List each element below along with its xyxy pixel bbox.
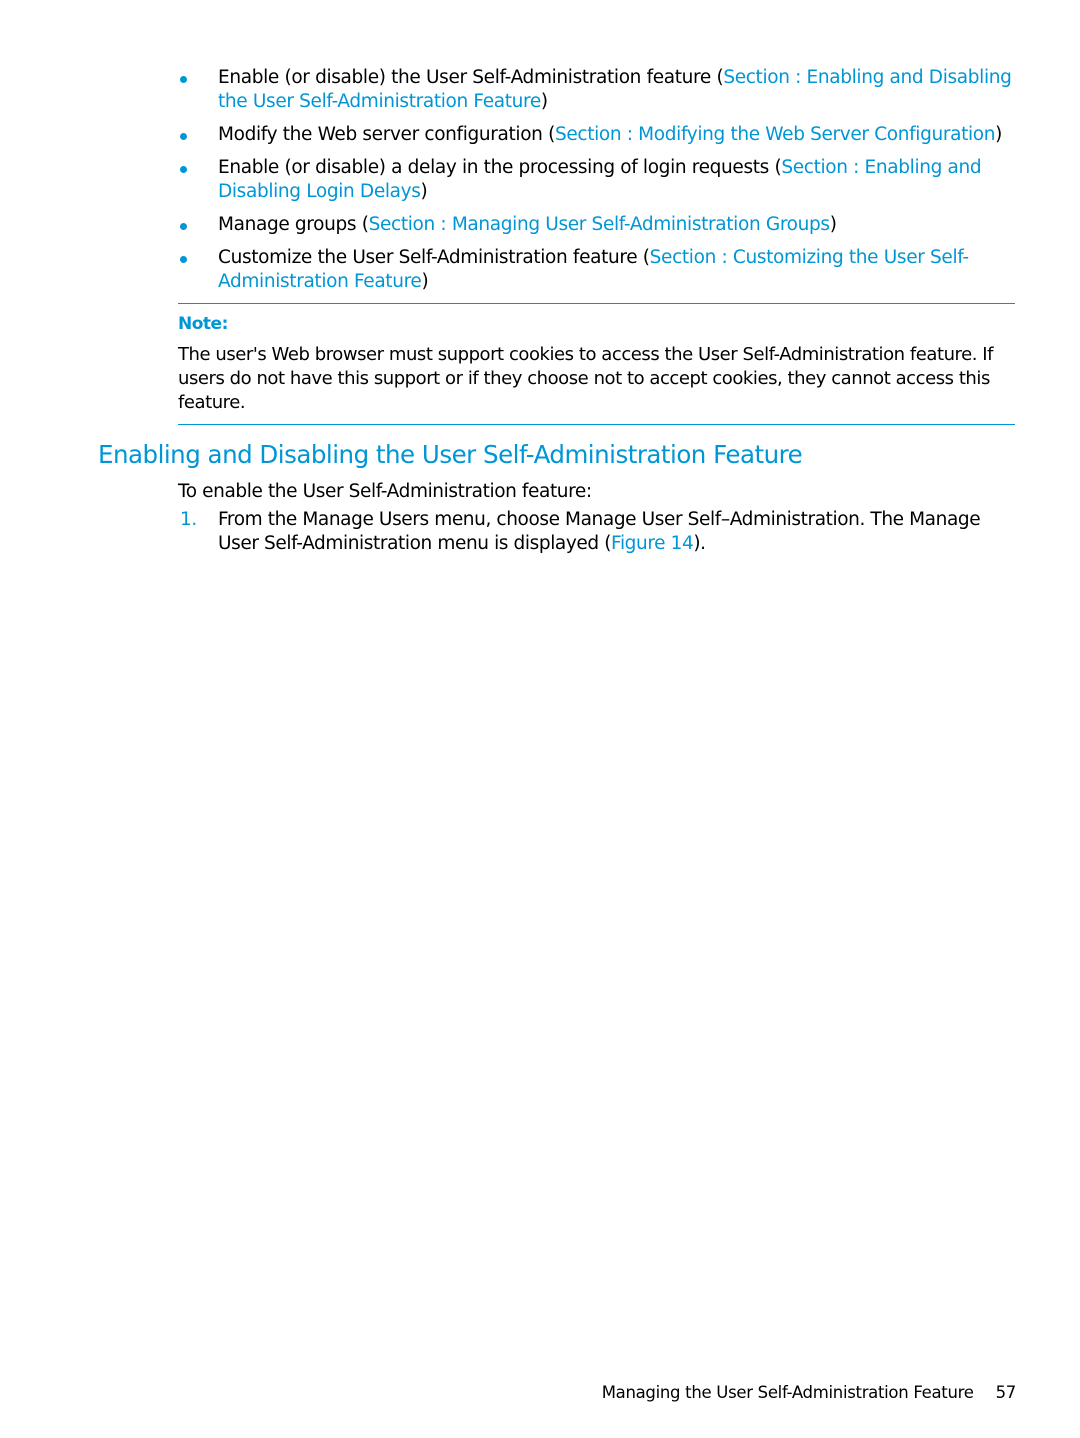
section-link[interactable]: Section : Modifying the Web Server Confi… [555, 124, 996, 145]
step-number: 1. [180, 509, 197, 530]
page-number: 57 [995, 1383, 1017, 1402]
section-heading: Enabling and Disabling the User Self-Adm… [98, 440, 803, 469]
bullet-icon [180, 166, 187, 173]
footer-title: Managing the User Self-Administration Fe… [601, 1383, 974, 1402]
figure-link[interactable]: Figure 14 [611, 533, 694, 554]
note-top-divider [178, 303, 1015, 304]
list-item: Manage groups (Section : Managing User S… [178, 213, 1018, 237]
bullet-icon [180, 76, 187, 83]
list-item: Enable (or disable) the User Self-Admini… [178, 66, 1018, 114]
bullet-list: Enable (or disable) the User Self-Admini… [178, 66, 1018, 303]
bullet-icon [180, 223, 187, 230]
bullet-icon [180, 133, 187, 140]
section-intro: To enable the User Self-Administration f… [178, 481, 592, 502]
list-item: Enable (or disable) a delay in the proce… [178, 156, 1018, 204]
note-body: The user's Web browser must support cook… [178, 344, 994, 413]
list-item: Customize the User Self-Administration f… [178, 246, 1018, 294]
step-list: 1. From the Manage Users menu, choose Man… [178, 508, 1018, 556]
section-link[interactable]: Section : Managing User Self-Administrat… [369, 214, 830, 235]
list-item: Modify the Web server configuration (Sec… [178, 123, 1018, 147]
page-footer: Managing the User Self-Administration Fe… [601, 1383, 1017, 1402]
note-bottom-divider [178, 424, 1015, 425]
note-label: Note: [178, 314, 228, 334]
bullet-icon [180, 256, 187, 263]
step-item: 1. From the Manage Users menu, choose Man… [180, 509, 981, 554]
